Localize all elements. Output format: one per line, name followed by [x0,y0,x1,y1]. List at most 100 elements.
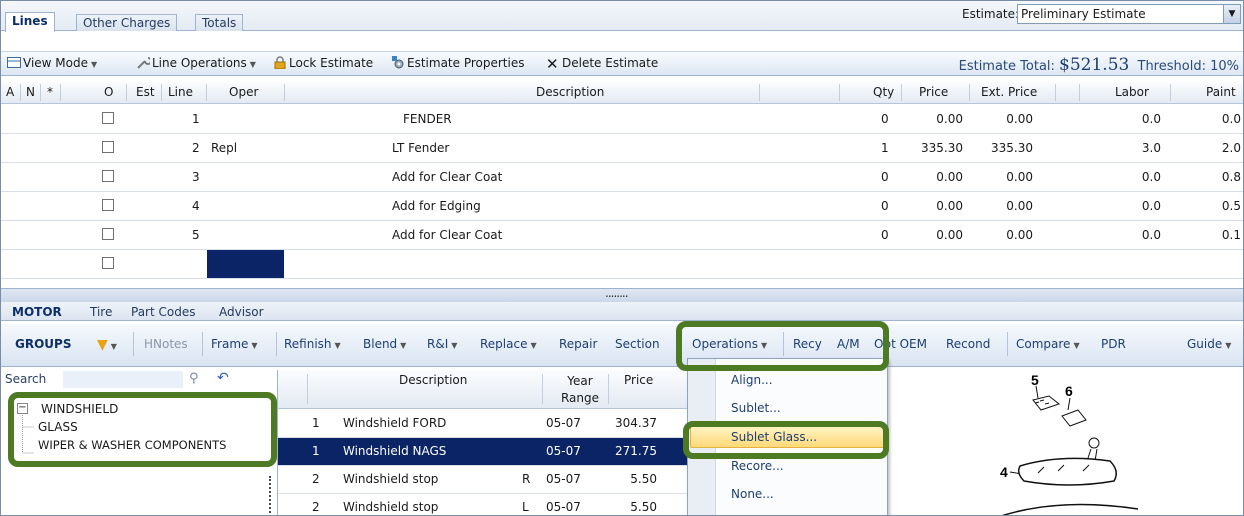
search-bar: Search ⚲ ↶ [1,370,269,390]
table-row[interactable]: 1 FENDER 0 0.00 0.00 0.0 0.0 [1,105,1243,134]
col-ext-price[interactable]: Ext. Price [981,85,1037,99]
part-year: 05-07 [546,472,581,486]
view-mode-label: View Mode [23,56,88,70]
col-year-range[interactable]: Year Range [556,373,604,407]
new-line-row[interactable] [1,250,1243,279]
table-row[interactable]: 4 Add for Edging 0 0.00 0.00 0.0 0.5 [1,192,1243,221]
row-checkbox[interactable] [102,199,114,211]
col-qty[interactable]: Qty [873,85,894,99]
col-part-price[interactable]: Price [624,373,653,387]
part-row[interactable]: 2 Windshield stop L 05-07 5.50 [278,494,688,515]
menu-item-recore[interactable]: Recore... [731,459,784,473]
part-price: 5.50 [630,500,657,514]
menu-item-sublet[interactable]: Sublet... [731,401,781,415]
col-a[interactable]: A [6,85,14,99]
compare-button[interactable]: Compare ▼ [1016,337,1080,351]
row-checkbox[interactable] [102,141,114,153]
part-qty: 1 [312,416,320,430]
undo-icon[interactable]: ↶ [217,370,229,386]
tab-tire[interactable]: Tire [85,304,117,321]
tab-other-charges[interactable]: Other Charges [76,14,178,31]
estimate-total-label: Estimate Total: [958,59,1055,74]
col-star[interactable]: * [47,85,53,99]
tab-advisor[interactable]: Advisor [214,304,269,321]
lock-icon [273,56,287,70]
col-price[interactable]: Price [919,85,948,99]
part-description: Windshield stop [343,472,439,486]
col-o[interactable]: O [104,85,113,99]
col-description[interactable]: Description [536,85,604,99]
line-number: 1 [192,112,200,126]
lock-estimate-button[interactable]: Lock Estimate [273,56,373,70]
blend-label: Blend [363,337,398,351]
row-checkbox[interactable] [102,170,114,182]
chevron-down-icon[interactable]: ▼ [1223,5,1240,23]
tab-part-codes[interactable]: Part Codes [126,304,200,321]
splitter-grip[interactable]: ........ [605,286,628,300]
menu-item-align[interactable]: Align... [731,373,773,387]
part-row-selected[interactable]: 1 Windshield NAGS 05-07 271.75 [278,438,688,466]
part-price: 271.75 [615,444,657,458]
close-icon: ✕ [546,55,559,73]
part-description: Windshield stop [343,500,439,514]
parts-grid: Description Year Range Price 1 Windshiel… [277,370,688,515]
blend-button[interactable]: Blend ▼ [363,337,406,351]
tab-totals[interactable]: Totals [195,14,244,31]
frame-button[interactable]: Frame ▼ [211,337,258,351]
description: Add for Edging [392,199,481,213]
labor: 0.0 [1141,112,1161,126]
table-row[interactable]: 2 Repl LT Fender 1 335.30 335.30 3.0 2.0 [1,134,1243,163]
labor: 0.0 [1141,170,1161,184]
row-checkbox[interactable] [102,228,114,240]
panel-splitter[interactable]: ........ [1,286,1243,302]
refinish-button[interactable]: Refinish ▼ [284,337,341,351]
col-paint[interactable]: Paint [1206,85,1236,99]
rni-button[interactable]: R&I ▼ [427,337,457,351]
row-checkbox[interactable] [102,112,114,124]
row-checkbox[interactable] [102,257,114,269]
labor: 0.0 [1141,228,1161,242]
threshold-value: 10% [1210,59,1239,74]
operation: Repl [211,141,238,155]
recond-button[interactable]: Recond [946,337,990,351]
section-button[interactable]: Section [615,337,660,351]
repair-button[interactable]: Repair [559,337,597,351]
filter-button[interactable]: ▼ ▼ [97,337,117,353]
paint: 0.1 [1221,228,1241,242]
line-operations-button[interactable]: Line Operations ▼ [136,56,256,70]
col-n[interactable]: N [26,85,35,99]
description: LT Fender [392,141,450,155]
tab-motor[interactable]: MOTOR [7,304,67,321]
part-row[interactable]: 1 Windshield FORD 05-07 304.37 [278,410,688,438]
part-qty: 2 [312,500,320,514]
part-price: 304.37 [615,416,657,430]
chevron-down-icon: ▼ [91,60,98,69]
col-oper[interactable]: Oper [229,85,258,99]
table-row[interactable]: 5 Add for Clear Coat 0 0.00 0.00 0.0 0.1 [1,221,1243,250]
description: Add for Clear Coat [392,170,503,184]
col-est[interactable]: Est [136,85,155,99]
part-row[interactable]: 2 Windshield stop R 05-07 5.50 [278,466,688,494]
search-input[interactable] [63,371,183,388]
compare-label: Compare [1016,337,1071,351]
selected-oper-cell[interactable] [207,250,284,278]
hnotes-button[interactable]: HNotes [144,337,188,351]
view-mode-button[interactable]: View Mode ▼ [7,56,97,70]
table-row[interactable]: 3 Add for Clear Coat 0 0.00 0.00 0.0 0.8 [1,163,1243,192]
price: 0.00 [936,199,963,213]
estimate-properties-button[interactable]: Estimate Properties [391,56,524,70]
col-labor[interactable]: Labor [1115,85,1149,99]
guide-button[interactable]: Guide ▼ [1187,337,1231,351]
search-icon[interactable]: ⚲ [189,371,199,386]
menu-item-none[interactable]: None... [731,487,774,501]
col-part-description[interactable]: Description [399,373,467,387]
col-line[interactable]: Line [168,85,193,99]
replace-button[interactable]: Replace ▼ [480,337,537,351]
part-side: L [522,500,529,514]
pdr-button[interactable]: PDR [1101,337,1126,351]
resize-grip[interactable] [269,476,277,515]
estimate-select[interactable]: Preliminary Estimate ▼ [1017,4,1241,24]
tab-lines[interactable]: Lines [5,12,55,32]
callout-highlight-operations [676,321,889,371]
delete-estimate-button[interactable]: ✕ Delete Estimate [546,55,658,73]
